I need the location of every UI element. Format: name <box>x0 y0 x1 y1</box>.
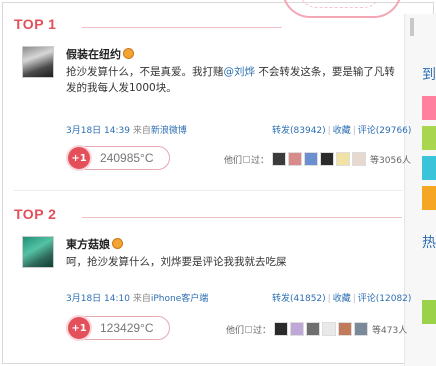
comment-button[interactable]: 评论(29766) <box>358 126 412 136</box>
post-text: 抢沙发算什么，不是真爱。我打赌@刘烨 不会转发这条，要是输了凡转发的我每人发10… <box>66 64 400 96</box>
vote-pill[interactable]: +1 123429°C <box>66 316 170 340</box>
post-text: 呵，抢沙发算什么，刘烨要是评论我我就去吃屎 <box>66 254 400 270</box>
sidebar-tab-1[interactable] <box>422 96 436 120</box>
username-link[interactable]: 假装在纽约 <box>66 48 121 61</box>
avatar[interactable] <box>22 236 54 268</box>
rank-divider-line <box>82 27 282 28</box>
visitors-row: 他们 过： 等473人 <box>226 322 407 336</box>
post-text-part: 抢沙发算什么，不是真爱。我打赌 <box>66 66 224 78</box>
sidebar-tab-3[interactable] <box>422 156 436 180</box>
rank-header-1: TOP 1 <box>14 16 56 32</box>
sidebar-tab-2[interactable] <box>422 126 436 150</box>
plus-one-button[interactable]: +1 <box>68 147 90 169</box>
vip-badge-icon <box>112 238 123 249</box>
visitor-avatar[interactable] <box>274 322 289 336</box>
source-link[interactable]: iPhone客户端 <box>151 294 208 304</box>
temperature-value: 240985°C <box>100 151 154 165</box>
post-meta: 3月18日 14:39 来自新浪微博 <box>66 123 187 136</box>
repost-button[interactable]: 转发(41852) <box>272 294 326 304</box>
mention-link[interactable]: @刘烨 <box>224 66 256 78</box>
visitor-count[interactable]: 等3056人 <box>370 153 411 166</box>
rank-header-2: TOP 2 <box>14 206 56 222</box>
visitor-avatar[interactable] <box>320 152 335 166</box>
vip-badge-icon <box>123 48 134 59</box>
visitor-avatar[interactable] <box>354 322 369 336</box>
visitor-avatar[interactable] <box>290 322 305 336</box>
rank-label: TOP 1 <box>14 16 57 32</box>
source-prefix: 来自 <box>132 294 151 304</box>
sidebar-tab-4[interactable] <box>422 186 436 210</box>
sidebar-heading-char-1: 到 <box>422 67 436 83</box>
visitor-avatar[interactable] <box>352 152 367 166</box>
post-text-part: 呵，抢沙发算什么，刘烨要是评论我我就去吃屎 <box>66 256 287 268</box>
visitors-suffix: 过： <box>251 155 270 166</box>
temperature-value: 123429°C <box>100 321 154 335</box>
visitor-avatar[interactable] <box>306 322 321 336</box>
comment-button[interactable]: 评论(12082) <box>358 294 412 304</box>
post-date-link[interactable]: 3月18日 14:39 <box>66 126 130 136</box>
visitor-avatar[interactable] <box>322 322 337 336</box>
eye-icon <box>243 155 251 163</box>
plus-one-button[interactable]: +1 <box>68 317 90 339</box>
rank-divider-line <box>82 217 402 218</box>
post-divider <box>14 190 402 191</box>
source-link[interactable]: 新浪微博 <box>151 126 187 136</box>
post-username[interactable]: 東方菇娘 <box>66 236 123 252</box>
sidebar-heading-char-2: 热 <box>422 235 436 251</box>
eye-icon <box>245 325 253 333</box>
sidebar-tab-5[interactable] <box>422 300 436 324</box>
visitor-avatar[interactable] <box>338 322 353 336</box>
visitors-row: 他们 过： 等3056人 <box>224 152 411 166</box>
avatar[interactable] <box>22 46 54 78</box>
vote-pill[interactable]: +1 240985°C <box>66 146 170 170</box>
rank-label: TOP 2 <box>14 206 57 222</box>
visitors-label: 他们 <box>224 155 243 166</box>
username-link[interactable]: 東方菇娘 <box>66 238 110 251</box>
visitor-avatar[interactable] <box>272 152 287 166</box>
post-actions: 转发(83942) | 收藏 | 评论(29766) <box>272 126 412 136</box>
visitor-count[interactable]: 等473人 <box>372 323 407 336</box>
favorite-button[interactable]: 收藏 <box>333 126 351 136</box>
visitor-avatar[interactable] <box>288 152 303 166</box>
repost-button[interactable]: 转发(83942) <box>272 126 326 136</box>
decorative-dashed-curve <box>300 0 380 8</box>
post-meta: 3月18日 14:10 来自iPhone客户端 <box>66 291 208 304</box>
visitors-suffix: 过： <box>253 325 272 336</box>
visitor-avatar[interactable] <box>336 152 351 166</box>
visitors-label: 他们 <box>226 325 245 336</box>
source-prefix: 来自 <box>132 126 151 136</box>
post-username[interactable]: 假装在纽约 <box>66 46 134 62</box>
post-actions: 转发(41852) | 收藏 | 评论(12082) <box>272 294 412 304</box>
scrollbar-thumb[interactable] <box>410 18 414 36</box>
visitor-avatar[interactable] <box>304 152 319 166</box>
post-date-link[interactable]: 3月18日 14:10 <box>66 294 130 304</box>
favorite-button[interactable]: 收藏 <box>333 294 351 304</box>
